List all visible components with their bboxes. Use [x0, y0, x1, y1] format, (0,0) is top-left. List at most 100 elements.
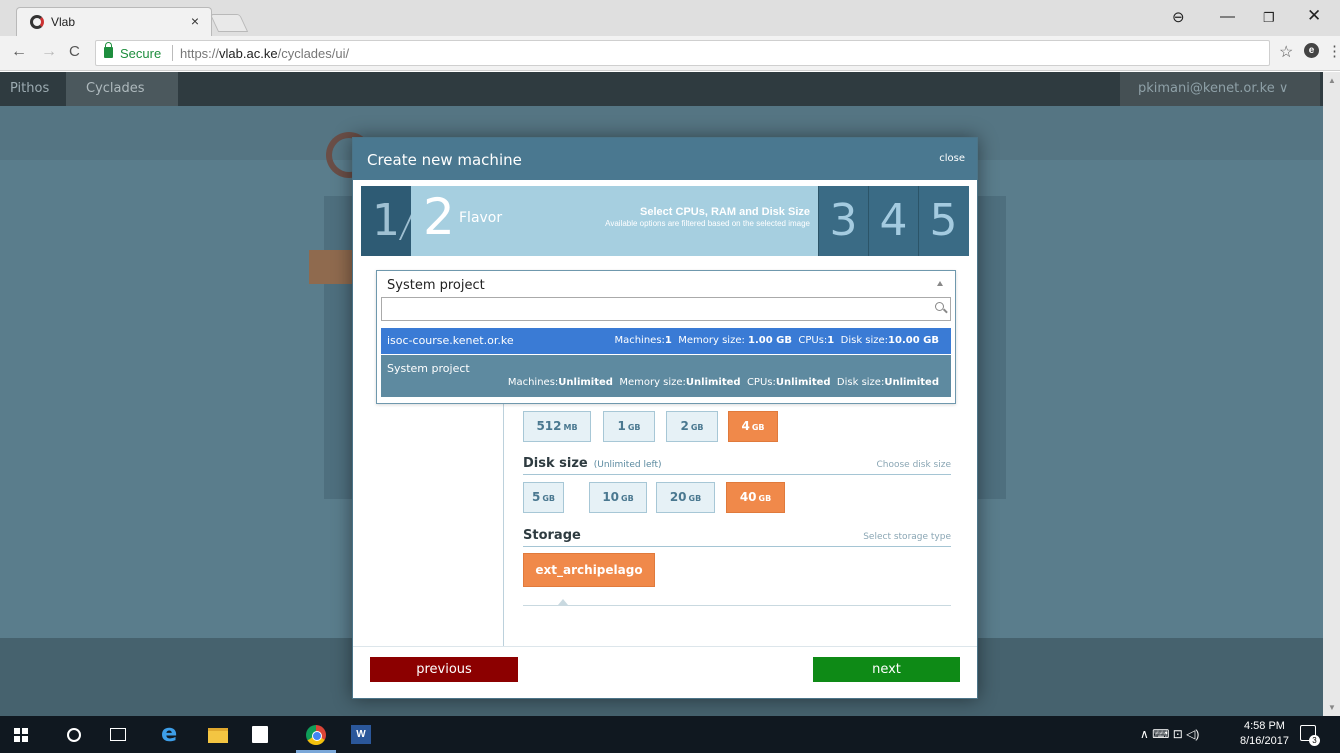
modal-footer: previous next [353, 646, 977, 698]
next-button[interactable]: next [813, 657, 960, 682]
secure-label: Secure [120, 46, 162, 61]
disk-option-unit: GB [542, 494, 556, 503]
restore-icon[interactable]: ❐ [1263, 10, 1275, 26]
system-tray-icons[interactable]: ∧ ⌨ ⊡ ◁) [1140, 727, 1199, 741]
url-divider [172, 45, 173, 61]
quota-memory-value: 1.00 GB [748, 335, 793, 346]
disk-size-underline [523, 474, 951, 475]
quota-disk-label: Disk size: [840, 335, 889, 346]
store-icon[interactable] [252, 726, 268, 743]
storage-option-ext-archipelago[interactable]: ext_archipelago [523, 553, 655, 587]
back-icon[interactable]: ← [11, 43, 27, 61]
quota-cpus-value: Unlimited [775, 377, 831, 388]
url-text[interactable]: https://vlab.ac.ke/cyclades/ui/ [180, 46, 349, 61]
disk-option-value: 5 [531, 490, 541, 504]
step-2-current: 2 Flavor Select CPUs, RAM and Disk Size … [411, 186, 818, 256]
disk-option-unit: GB [758, 494, 772, 503]
page-scrollbar[interactable]: ▲ ▼ [1323, 72, 1340, 716]
tab-close-icon[interactable]: × [191, 13, 199, 29]
browser-tab[interactable]: Vlab × [16, 7, 212, 36]
memory-option-value: 4 [741, 419, 750, 433]
file-explorer-icon[interactable] [208, 728, 228, 743]
project-select-value[interactable]: System project [377, 271, 955, 299]
new-tab-button[interactable] [209, 14, 249, 32]
chevron-up-icon [937, 281, 943, 286]
project-option-quota: Machines:1 Memory size: 1.00 GB CPUs:1 D… [614, 335, 939, 346]
memory-option-4gb[interactable]: 4 GB [728, 411, 778, 442]
task-view-icon[interactable] [110, 728, 126, 741]
step-5: 5 [918, 186, 968, 256]
disk-option-5gb[interactable]: 5 GB [523, 482, 564, 513]
clock-time: 4:58 PM [1243, 720, 1285, 732]
disk-option-20gb[interactable]: 20 GB [656, 482, 715, 513]
browser-tab-strip: Vlab × ⊖ — ❐ ✕ [0, 0, 1340, 36]
quota-disk-value: 10.00 GB [888, 335, 939, 346]
search-icon [935, 302, 944, 311]
modal-close-button[interactable]: close [939, 153, 965, 164]
window-close-icon[interactable]: ✕ [1307, 6, 1321, 26]
bookmark-star-icon[interactable]: ☆ [1279, 42, 1293, 62]
modal-header: Create new machine close [353, 138, 977, 180]
word-icon[interactable]: W [351, 725, 371, 744]
quota-cpus-value: 1 [827, 335, 835, 346]
memory-option-unit: GB [751, 423, 765, 432]
step-2-desc-line2: Available options are filtered based on … [605, 219, 810, 228]
memory-option-1gb[interactable]: 1 GB [603, 411, 655, 442]
browser-menu-icon[interactable]: ⋮ [1327, 42, 1340, 60]
disk-size-label: Disk size [523, 456, 588, 471]
disk-option-10gb[interactable]: 10 GB [589, 482, 647, 513]
memory-option-value: 512 [536, 419, 562, 433]
step-2-desc-line1: Select CPUs, RAM and Disk Size [640, 206, 810, 218]
memory-option-512mb[interactable]: 512 MB [523, 411, 591, 442]
vlab-favicon-icon [30, 15, 44, 29]
taskbar-clock[interactable]: 4:58 PM 8/16/2017 [1240, 719, 1289, 749]
quota-disk-value: Unlimited [884, 377, 939, 388]
disk-option-value: 20 [669, 490, 687, 504]
quota-machines-label: Machines: [614, 335, 665, 346]
project-search-input[interactable] [381, 297, 951, 321]
project-select[interactable]: System project isoc-course.kenet.or.ke M… [376, 270, 956, 404]
windows-start-icon[interactable] [14, 728, 28, 742]
wizard-steps: 1 2 Flavor Select CPUs, RAM and Disk Siz… [361, 186, 969, 256]
extension-icon[interactable]: e [1304, 43, 1319, 58]
quota-machines-label: Machines: [507, 377, 559, 388]
project-option-isoc-course[interactable]: isoc-course.kenet.or.ke Machines:1 Memor… [381, 328, 951, 354]
quota-memory-label: Memory size: [619, 377, 686, 388]
step-3: 3 [818, 186, 868, 256]
user-menu[interactable]: pkimani@kenet.or.ke ∨ [1120, 72, 1320, 106]
create-machine-modal: Create new machine close 1 2 Flavor Sele… [352, 137, 978, 699]
notification-count-badge: 3 [1309, 735, 1320, 746]
clock-date: 8/16/2017 [1240, 735, 1289, 747]
memory-option-2gb[interactable]: 2 GB [666, 411, 718, 442]
step-1[interactable]: 1 [361, 186, 411, 256]
disk-option-value: 40 [739, 490, 757, 504]
separator-line [523, 605, 951, 606]
quota-memory-value: Unlimited [685, 377, 741, 388]
storage-underline [523, 546, 951, 547]
quota-memory-label: Memory size: [678, 335, 745, 346]
edge-browser-icon[interactable]: e [161, 719, 183, 747]
storage-title: Storage [523, 528, 581, 543]
reload-icon[interactable]: C [69, 43, 80, 60]
project-option-system[interactable]: System project Machines: Unlimited Memory… [381, 355, 951, 397]
step-2-description: Select CPUs, RAM and Disk Size Available… [605, 206, 810, 228]
previous-button[interactable]: previous [370, 657, 518, 682]
project-option-name: System project [387, 362, 470, 375]
scroll-down-icon[interactable]: ▼ [1328, 703, 1336, 712]
url-host: vlab.ac.ke [219, 46, 278, 61]
cortana-search-icon[interactable] [67, 728, 81, 742]
forward-icon[interactable]: → [41, 43, 57, 61]
minimize-icon[interactable]: — [1220, 8, 1235, 25]
disk-option-unit: GB [621, 494, 634, 503]
nav-pithos[interactable]: Pithos [0, 72, 59, 106]
profile-icon[interactable]: ⊖ [1172, 8, 1185, 26]
disk-option-value: 10 [602, 490, 620, 504]
nav-cyclades[interactable]: Cyclades [66, 72, 178, 106]
modal-body: 1 2 Flavor Select CPUs, RAM and Disk Siz… [353, 180, 977, 658]
address-bar[interactable]: Secure https://vlab.ac.ke/cyclades/ui/ [95, 40, 1270, 66]
disk-option-40gb[interactable]: 40 GB [726, 482, 785, 513]
scroll-up-icon[interactable]: ▲ [1328, 76, 1336, 85]
disk-size-title: Disk size (Unlimited left) [523, 456, 662, 471]
url-scheme: https:// [180, 46, 220, 61]
chrome-icon[interactable] [306, 725, 326, 745]
